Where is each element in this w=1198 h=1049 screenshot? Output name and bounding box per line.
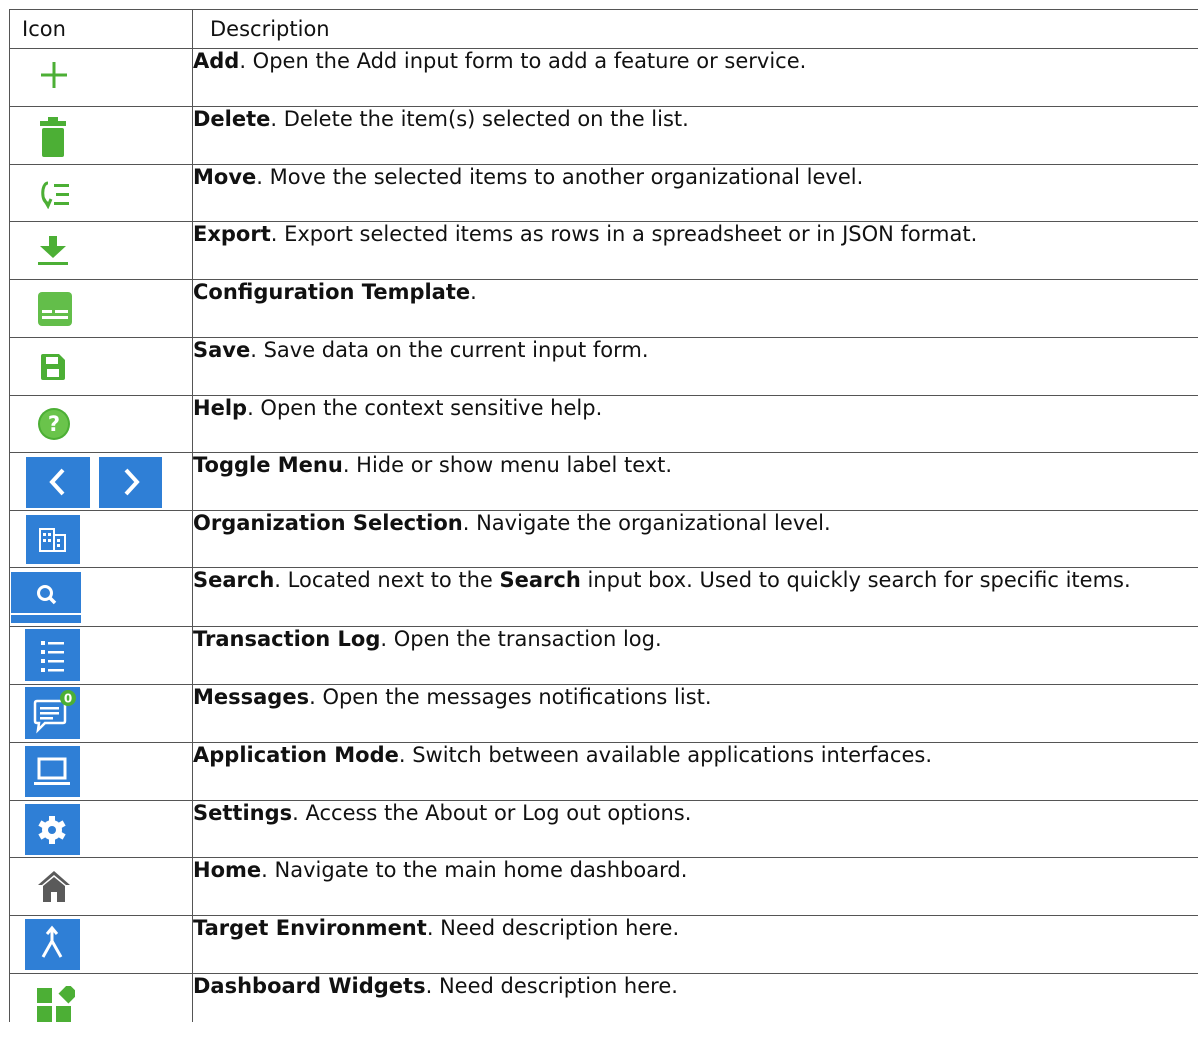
table-row: Move. Move the selected items to another… [9, 164, 1198, 222]
description-cell: Move. Move the selected items to another… [192, 164, 1198, 222]
messages-icon: 0 [25, 687, 80, 739]
move-icon [41, 181, 69, 209]
icon-reference-table: Icon Description Add. Open the Add input… [9, 9, 1198, 1022]
description-cell: Toggle Menu. Hide or show menu label tex… [192, 452, 1198, 511]
table-row: Save. Save data on the current input for… [9, 337, 1198, 396]
template-icon [38, 292, 72, 326]
table-row: Configuration Template. [9, 279, 1198, 338]
description-cell: Delete. Delete the item(s) selected on t… [192, 106, 1198, 165]
trash-icon [40, 117, 66, 157]
description-cell: Configuration Template. [192, 279, 1198, 338]
table-row: Target Environment. Need description her… [9, 915, 1198, 974]
description-cell: Help. Open the context sensitive help. [192, 395, 1198, 453]
table-row: Organization Selection. Navigate the org… [9, 510, 1198, 568]
save-icon [41, 354, 65, 380]
table-row: Home. Navigate to the main home dashboar… [9, 857, 1198, 916]
description-cell: Organization Selection. Navigate the org… [192, 510, 1198, 568]
message-count-badge: 0 [64, 692, 72, 706]
monitor-icon [25, 746, 80, 797]
svg-text:?: ? [48, 412, 60, 436]
description-cell: Search. Located next to the Search input… [192, 567, 1198, 627]
table-header-row: Icon Description [9, 9, 1198, 49]
icon-column-header: Icon [9, 9, 193, 49]
table-row: Application Mode. Switch between availab… [9, 742, 1198, 801]
table-row: Export. Export selected items as rows in… [9, 221, 1198, 280]
home-icon [38, 871, 70, 902]
table-row: Search. Located next to the Search input… [9, 567, 1198, 627]
table-row: ? Help. Open the context sensitive help. [9, 395, 1198, 453]
table-row: 0 Messages. Open the messages notificati… [9, 684, 1198, 743]
description-cell: Settings. Access the About or Log out op… [192, 800, 1198, 858]
description-cell: Application Mode. Switch between availab… [192, 742, 1198, 801]
table-row: Add. Open the Add input form to add a fe… [9, 48, 1198, 107]
description-cell: Messages. Open the messages notification… [192, 684, 1198, 743]
merge-icon [25, 919, 80, 970]
table-row: Delete. Delete the item(s) selected on t… [9, 106, 1198, 165]
help-icon: ? [38, 408, 70, 440]
description-cell: Transaction Log. Open the transaction lo… [192, 626, 1198, 685]
table-row: Dashboard Widgets. Need description here… [9, 973, 1198, 1022]
description-cell: Dashboard Widgets. Need description here… [192, 973, 1198, 1022]
chevron-right-icon [99, 457, 162, 508]
organization-icon [26, 515, 80, 564]
widgets-icon [37, 986, 75, 1022]
chevron-left-icon [26, 457, 90, 508]
description-cell: Home. Navigate to the main home dashboar… [192, 857, 1198, 916]
description-cell: Save. Save data on the current input for… [192, 337, 1198, 396]
table-row: Transaction Log. Open the transaction lo… [9, 626, 1198, 685]
description-column-header: Description [192, 9, 1198, 49]
table-row: Toggle Menu. Hide or show menu label tex… [9, 452, 1198, 511]
list-icon [25, 629, 80, 681]
search-icon [11, 572, 81, 623]
description-cell: Add. Open the Add input form to add a fe… [192, 48, 1198, 107]
add-icon [41, 62, 67, 88]
description-cell: Target Environment. Need description her… [192, 915, 1198, 974]
download-icon [38, 236, 68, 265]
table-row: Settings. Access the About or Log out op… [9, 800, 1198, 858]
gear-icon [25, 804, 80, 855]
description-cell: Export. Export selected items as rows in… [192, 221, 1198, 280]
